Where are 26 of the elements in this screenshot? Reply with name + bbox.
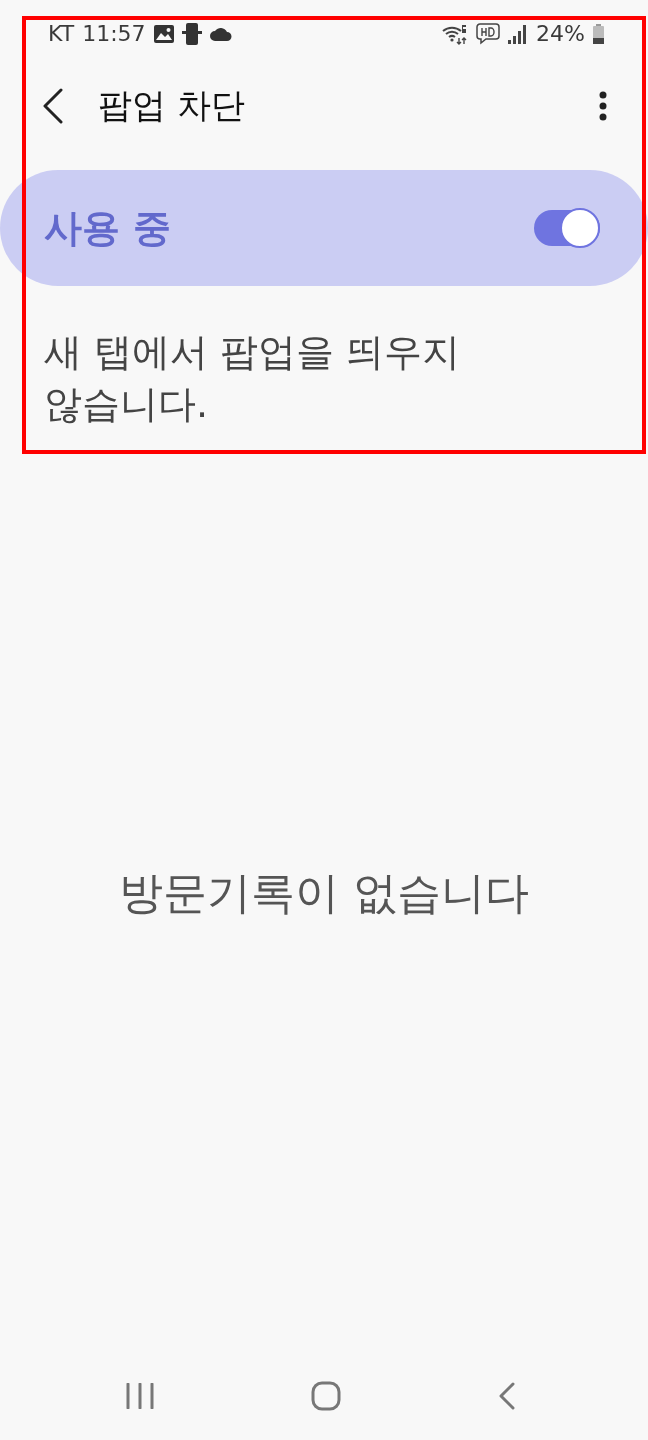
home-button[interactable] <box>311 1381 341 1411</box>
battery-icon <box>593 24 604 44</box>
more-options-icon <box>598 91 608 121</box>
description-text: 새 탭에서 팝업을 띄우지 않습니다. <box>44 329 462 428</box>
phone-icon <box>181 23 202 45</box>
more-options-button[interactable] <box>598 91 608 121</box>
battery-percent: 24% <box>536 20 585 48</box>
recent-apps-icon <box>126 1383 154 1409</box>
master-switch-card[interactable]: 사용 중 <box>0 170 648 286</box>
recent-apps-button[interactable] <box>126 1383 154 1409</box>
image-icon <box>153 25 174 43</box>
back-nav-icon <box>498 1382 516 1410</box>
wifi-icon <box>442 23 469 45</box>
back-button[interactable] <box>42 88 64 124</box>
empty-state-message: 방문기록이 없습니다 <box>119 866 529 920</box>
signal-icon <box>508 24 529 44</box>
cloud-icon <box>209 27 232 41</box>
back-icon <box>42 88 64 124</box>
page-title: 팝업 차단 <box>98 84 246 127</box>
hd-voice-icon <box>476 23 501 45</box>
carrier-name: KT <box>48 20 75 48</box>
back-nav-button[interactable] <box>498 1382 516 1410</box>
toggle-switch[interactable] <box>534 210 600 246</box>
clock-time: 11:57 <box>82 20 146 48</box>
home-icon <box>311 1381 341 1411</box>
switch-label: 사용 중 <box>44 204 172 252</box>
